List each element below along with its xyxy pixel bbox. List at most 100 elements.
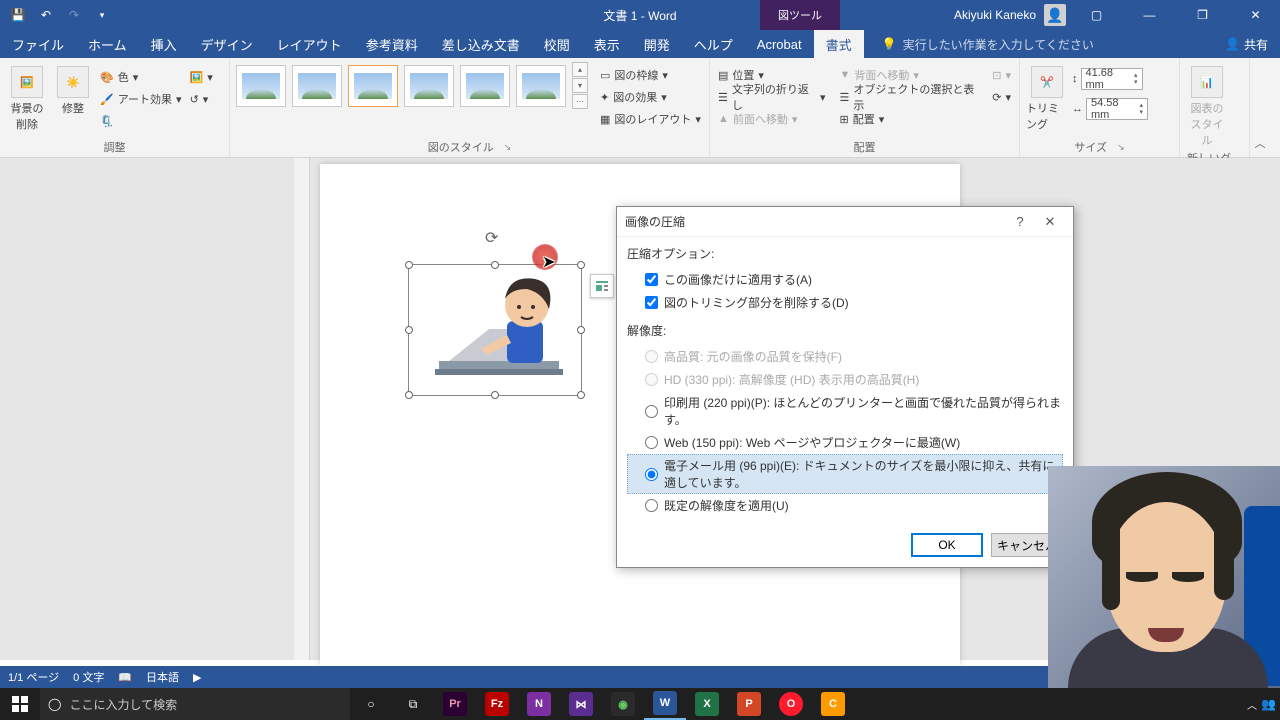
app-green[interactable]: ◉ [602,688,644,720]
maximize-icon[interactable]: ❐ [1180,0,1225,30]
macro-icon[interactable]: ▶ [193,671,201,684]
crop-button[interactable]: ✂️トリミング [1026,62,1068,132]
wrap-icon: ☰ [718,91,728,104]
checkbox-delete-cropped[interactable]: 図のトリミング部分を削除する(D) [627,291,1063,314]
people-icon[interactable]: 👥 [1261,697,1276,711]
radio-print[interactable]: 印刷用 (220 ppi)(P): ほとんどのプリンターと画面で優れた品質が得ら… [627,391,1063,431]
artistic-effects-button[interactable]: 🖌️アート効果 ▾ [98,88,184,110]
language-indicator[interactable]: 日本語 [146,669,179,685]
app-excel[interactable]: X [686,688,728,720]
resize-handle[interactable] [577,326,585,334]
change-picture-button[interactable]: 🖼️▾ [188,66,215,88]
tab-insert[interactable]: 挿入 [139,30,189,58]
checkbox-apply-only[interactable]: この画像だけに適用する(A) [627,268,1063,291]
align-button[interactable]: ⊞配置 ▾ [837,108,982,130]
app-word[interactable]: W [644,688,686,720]
tab-format[interactable]: 書式 [814,30,864,58]
corrections-button[interactable]: ☀️修整 [52,62,94,116]
resize-handle[interactable] [577,261,585,269]
height-input[interactable]: 41.68 mm▴▾ [1081,68,1143,90]
tab-layout[interactable]: レイアウト [265,30,354,58]
redo-icon[interactable]: ↷ [62,3,86,27]
radio-hd: HD (330 ppi): 高解像度 (HD) 表示用の高品質(H) [627,368,1063,391]
app-camtasia[interactable]: C [812,688,854,720]
tab-home[interactable]: ホーム [76,30,139,58]
tab-references[interactable]: 参考資料 [354,30,430,58]
app-premiere[interactable]: Pr [434,688,476,720]
cortana-icon[interactable]: ○ [350,688,392,720]
style-thumb[interactable] [236,65,286,107]
compress-picture-button[interactable]: 🗜️ [98,110,184,132]
tab-file[interactable]: ファイル [0,30,76,58]
style-thumb-selected[interactable] [348,65,398,107]
tab-view[interactable]: 表示 [582,30,632,58]
selection-pane-button[interactable]: ☰オブジェクトの選択と表示 [837,86,982,108]
dialog-help-icon[interactable]: ? [1005,207,1035,237]
app-filezilla[interactable]: Fz [476,688,518,720]
resize-handle[interactable] [577,391,585,399]
wrap-text-button[interactable]: ☰文字列の折り返し ▾ [716,86,827,108]
tab-help[interactable]: ヘルプ [682,30,745,58]
ok-button[interactable]: OK [911,533,983,557]
tray-chevron-icon[interactable]: ︿ [1247,697,1257,712]
vertical-ruler [294,158,310,660]
color-button[interactable]: 🎨色 ▾ [98,66,184,88]
gallery-more-icon[interactable]: ⋯ [572,94,588,109]
start-button[interactable] [0,688,40,720]
selpane-icon: ☰ [839,91,849,104]
picture-effects-button[interactable]: ✦図の効果 ▾ [598,86,703,108]
style-thumb[interactable] [516,65,566,107]
spellcheck-icon[interactable]: 📖 [118,671,132,684]
size-launcher-icon[interactable]: ↘ [1117,142,1125,153]
minimize-icon[interactable]: — [1127,0,1172,30]
style-thumb[interactable] [292,65,342,107]
tab-mailings[interactable]: 差し込み文書 [430,30,532,58]
tab-developer[interactable]: 開発 [632,30,682,58]
radio-default[interactable]: 既定の解像度を適用(U) [627,494,1063,517]
styles-launcher-icon[interactable]: ↘ [504,142,512,153]
resize-handle[interactable] [405,326,413,334]
selected-picture[interactable]: ⟳ [408,264,582,396]
style-thumb[interactable] [460,65,510,107]
resize-handle[interactable] [405,391,413,399]
share-button[interactable]: 👤共有 [1225,36,1268,53]
undo-icon[interactable]: ↶ [34,3,58,27]
gallery-down-icon[interactable]: ▾ [572,78,588,93]
taskview-icon[interactable]: ⧉ [392,688,434,720]
app-powerpoint[interactable]: P [728,688,770,720]
layout-options-icon[interactable] [590,274,614,298]
app-opera[interactable]: O [770,688,812,720]
user-avatar-icon[interactable]: 👤 [1044,4,1066,26]
gallery-up-icon[interactable]: ▴ [572,62,588,77]
qat-customize-icon[interactable]: ▾ [90,3,114,27]
collapse-ribbon-icon[interactable]: ︿ [1250,58,1270,157]
resize-handle[interactable] [405,261,413,269]
app-visualstudio[interactable]: ⋈ [560,688,602,720]
reset-picture-button[interactable]: ↺▾ [188,88,215,110]
resize-handle[interactable] [491,391,499,399]
taskbar-search[interactable]: ◯ここに入力して検索 [40,688,350,720]
radio-email[interactable]: 電子メール用 (96 ppi)(E): ドキュメントのサイズを最小限に抑え、共有… [627,454,1063,494]
picture-styles-gallery[interactable]: ▴ ▾ ⋯ [236,62,588,109]
resize-handle[interactable] [491,261,499,269]
rotation-handle-icon[interactable]: ⟳ [485,228,505,248]
tab-review[interactable]: 校閲 [532,30,582,58]
remove-background-button[interactable]: 🖼️背景の 削除 [6,62,48,132]
page-indicator[interactable]: 1/1 ページ [8,669,59,685]
picture-layout-button[interactable]: ▦図のレイアウト ▾ [598,108,703,130]
dialog-close-icon[interactable]: ✕ [1035,207,1065,237]
style-thumb[interactable] [404,65,454,107]
close-icon[interactable]: ✕ [1233,0,1278,30]
tab-acrobat[interactable]: Acrobat [745,30,814,58]
app-onenote[interactable]: N [518,688,560,720]
width-input[interactable]: 54.58 mm▴▾ [1086,98,1148,120]
radio-web[interactable]: Web (150 ppi): Web ページやプロジェクターに最適(W) [627,431,1063,454]
tell-me-box[interactable]: 💡実行したい作業を入力してください [882,36,1094,53]
save-icon[interactable]: 💾 [6,3,30,27]
compress-pictures-dialog: 画像の圧縮 ? ✕ 圧縮オプション: この画像だけに適用する(A) 図のトリミン… [616,206,1074,568]
tab-design[interactable]: デザイン [189,30,265,58]
picture-border-button[interactable]: ▭図の枠線 ▾ [598,64,703,86]
rotate-button[interactable]: ⟳▾ [990,86,1013,108]
word-count[interactable]: 0 文字 [73,669,104,685]
ribbon-display-icon[interactable]: ▢ [1074,0,1119,30]
